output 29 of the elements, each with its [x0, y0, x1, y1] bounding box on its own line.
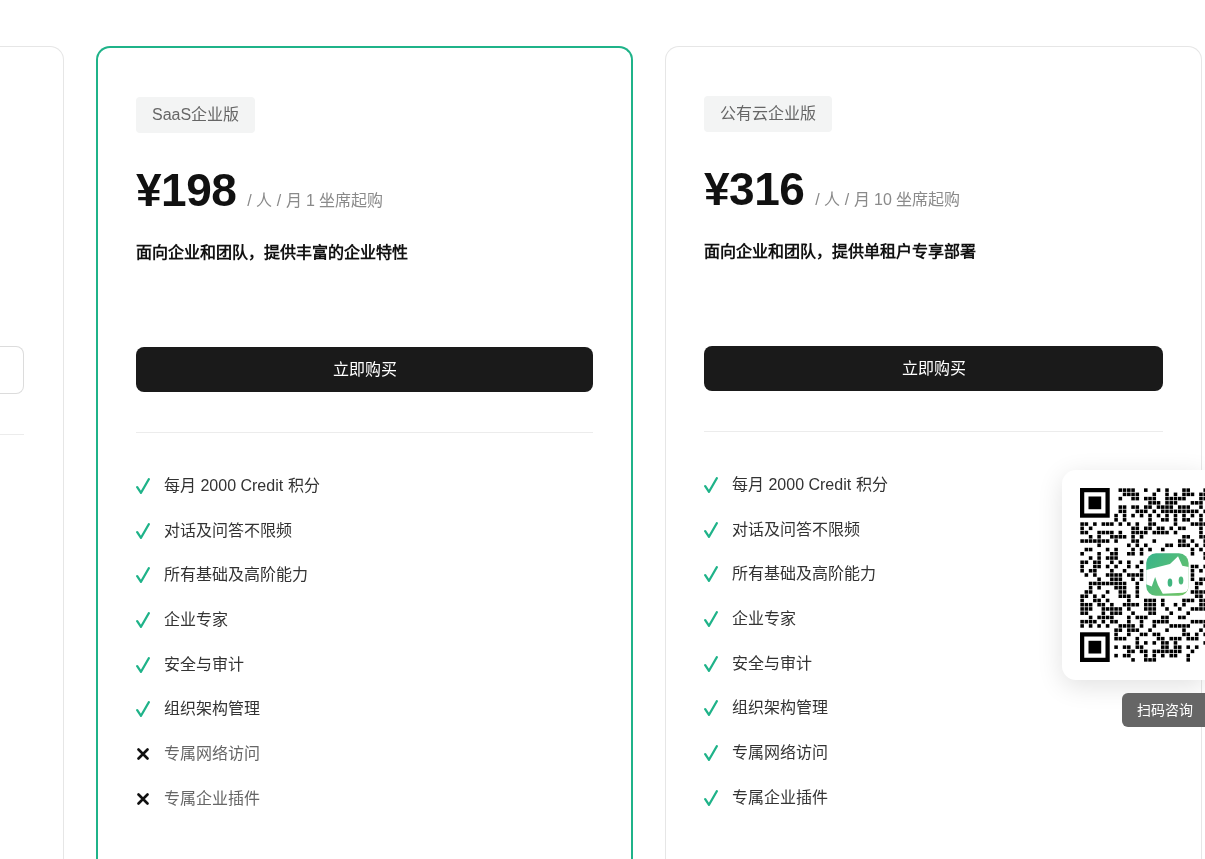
buy-button[interactable]: 立即购买	[704, 346, 1163, 391]
feature-text: 组织架构管理	[164, 699, 260, 720]
feature-text: 所有基础及高阶能力	[164, 565, 308, 586]
feature-text: 组织架构管理	[732, 698, 828, 719]
price: ¥316	[704, 164, 805, 214]
plan-badge: SaaS企业版	[136, 97, 256, 133]
plan-badge: 公有云企业版	[704, 96, 832, 132]
feature-text: 对话及问答不限频	[732, 519, 860, 540]
feature-text: 专属企业插件	[732, 787, 828, 808]
feature-text: 每月 2000 Credit 积分	[732, 475, 888, 495]
feature-text: 所有基础及高阶能力	[732, 564, 876, 585]
feature-text: 企业专家	[732, 609, 796, 630]
feature-text: 专属网络访问	[164, 744, 260, 765]
feature-text: 企业专家	[164, 610, 228, 631]
buy-button[interactable]	[0, 346, 24, 394]
feature-text: 安全与审计	[732, 653, 812, 674]
buy-button[interactable]: 立即购买	[136, 347, 593, 392]
price-unit: / 人 / 月 1 坐席起购	[247, 191, 384, 211]
price-unit: / 人 / 月 10 坐席起购	[815, 190, 961, 210]
logo-icon	[1146, 553, 1189, 596]
consult-label: 扫码咨询	[1122, 693, 1205, 727]
feature-text: 安全与审计	[164, 654, 244, 675]
plan-description: 面向企业和团队，提供丰富的企业特性	[136, 242, 409, 263]
feature-text: 专属企业插件	[164, 788, 260, 809]
price: ¥198	[136, 165, 237, 215]
plan-description: 面向企业和团队，提供单租户专享部署	[704, 242, 977, 262]
feature-text: 专属网络访问	[732, 743, 828, 764]
feature-text: 对话及问答不限频	[164, 520, 292, 541]
feature-text: 每月 2000 Credit 积分	[164, 476, 320, 496]
